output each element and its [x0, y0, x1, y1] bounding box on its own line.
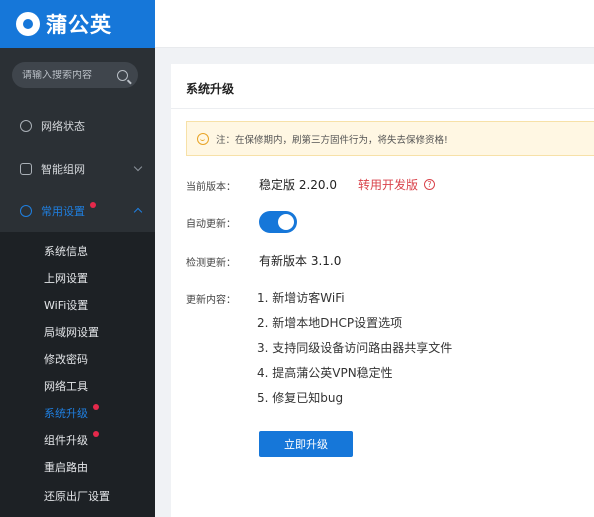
submenu-item-change-password[interactable]: 修改密码: [0, 345, 155, 372]
changelog-item: 1. 新增访客WiFi: [257, 291, 345, 305]
gear-icon: [20, 205, 32, 217]
network-status-icon: [20, 120, 32, 132]
smart-networking-icon: [20, 163, 32, 175]
notification-dot: [93, 404, 99, 410]
submenu-item-label: 系统信息: [44, 244, 88, 258]
help-icon[interactable]: ?: [424, 179, 435, 190]
check-update-value: 有新版本 3.1.0: [259, 254, 342, 268]
auto-update-label: 自动更新：: [186, 219, 236, 230]
submenu-item-label: 重启路由: [44, 460, 88, 474]
changelog-item: 4. 提高蒲公英VPN稳定性: [257, 366, 393, 380]
submenu-item-label: 系统升级: [44, 406, 88, 420]
submenu-item-label: 修改密码: [44, 352, 88, 366]
changelog-item: 5. 修复已知bug: [257, 391, 344, 405]
submenu-item-label: 上网设置: [44, 271, 88, 285]
current-version-label: 当前版本：: [186, 182, 236, 193]
upgrade-now-button[interactable]: 立即升级: [259, 431, 353, 457]
submenu-item-label: 还原出厂设置: [44, 489, 110, 503]
notification-dot: [93, 431, 99, 437]
submenu-item-label: WiFi设置: [44, 298, 89, 312]
submenu-item-label: 网络工具: [44, 379, 88, 393]
divider: [171, 108, 594, 109]
page-title: 系统升级: [186, 82, 235, 96]
submenu-item-system-info[interactable]: 系统信息: [0, 237, 155, 264]
toggle-knob: [278, 214, 294, 230]
submenu-item-label: 局域网设置: [44, 325, 99, 339]
brand-bar: 蒲公英: [0, 0, 155, 48]
current-version-value: 稳定版 2.20.0: [259, 178, 337, 192]
submenu-item-network-tools[interactable]: 网络工具: [0, 372, 155, 399]
sidebar-search: [12, 62, 138, 88]
search-input[interactable]: [22, 69, 114, 81]
notice-text: 注：在保修期内，刷第三方固件行为，将失去保修资格!: [216, 134, 448, 146]
brand-name: 蒲公英: [46, 13, 112, 37]
sidebar-item-label: 常用设置: [41, 205, 85, 218]
chevron-up-icon: [133, 207, 143, 217]
sidebar-item-common-settings[interactable]: 常用设置: [0, 191, 155, 231]
check-update-label: 检测更新：: [186, 258, 236, 269]
notification-dot: [90, 202, 96, 208]
warranty-notice: 注：在保修期内，刷第三方固件行为，将失去保修资格!: [186, 121, 594, 156]
submenu-item-factory-reset[interactable]: 还原出厂设置: [0, 482, 155, 509]
search-icon[interactable]: [117, 69, 128, 81]
submenu-item-lan-settings[interactable]: 局域网设置: [0, 318, 155, 345]
submenu-item-label: 组件升级: [44, 433, 88, 447]
changelog-item: 2. 新增本地DHCP设置选项: [257, 316, 403, 330]
sidebar-item-label: 智能组网: [41, 163, 85, 176]
submenu-item-wifi-settings[interactable]: WiFi设置: [0, 291, 155, 318]
submenu-item-system-upgrade[interactable]: 系统升级: [0, 399, 155, 426]
sidebar: 蒲公英 网络状态 智能组网 常用设置 系统信息 上网设置 WiFi设置 局域网设…: [0, 0, 155, 517]
changelog-label: 更新内容：: [186, 295, 236, 306]
smile-icon: [197, 132, 209, 145]
submenu-item-internet-settings[interactable]: 上网设置: [0, 264, 155, 291]
sidebar-item-label: 网络状态: [41, 120, 85, 133]
auto-update-toggle[interactable]: [259, 211, 297, 233]
changelog-item: 3. 支持同级设备访问路由器共享文件: [257, 341, 453, 355]
switch-to-dev-link[interactable]: 转用开发版: [358, 176, 418, 193]
top-bar: [155, 0, 594, 48]
dandelion-logo-icon: [16, 12, 40, 36]
submenu-item-component-upgrade[interactable]: 组件升级: [0, 426, 155, 453]
sidebar-item-network-status[interactable]: 网络状态: [0, 106, 155, 146]
sidebar-item-smart-networking[interactable]: 智能组网: [0, 149, 155, 189]
submenu-common-settings: 系统信息 上网设置 WiFi设置 局域网设置 修改密码 网络工具 系统升级 组件…: [0, 232, 155, 517]
system-upgrade-panel: 系统升级 注：在保修期内，刷第三方固件行为，将失去保修资格! 当前版本： 稳定版…: [171, 64, 594, 517]
submenu-item-reboot-router[interactable]: 重启路由: [0, 453, 155, 480]
chevron-down-icon: [133, 162, 143, 172]
